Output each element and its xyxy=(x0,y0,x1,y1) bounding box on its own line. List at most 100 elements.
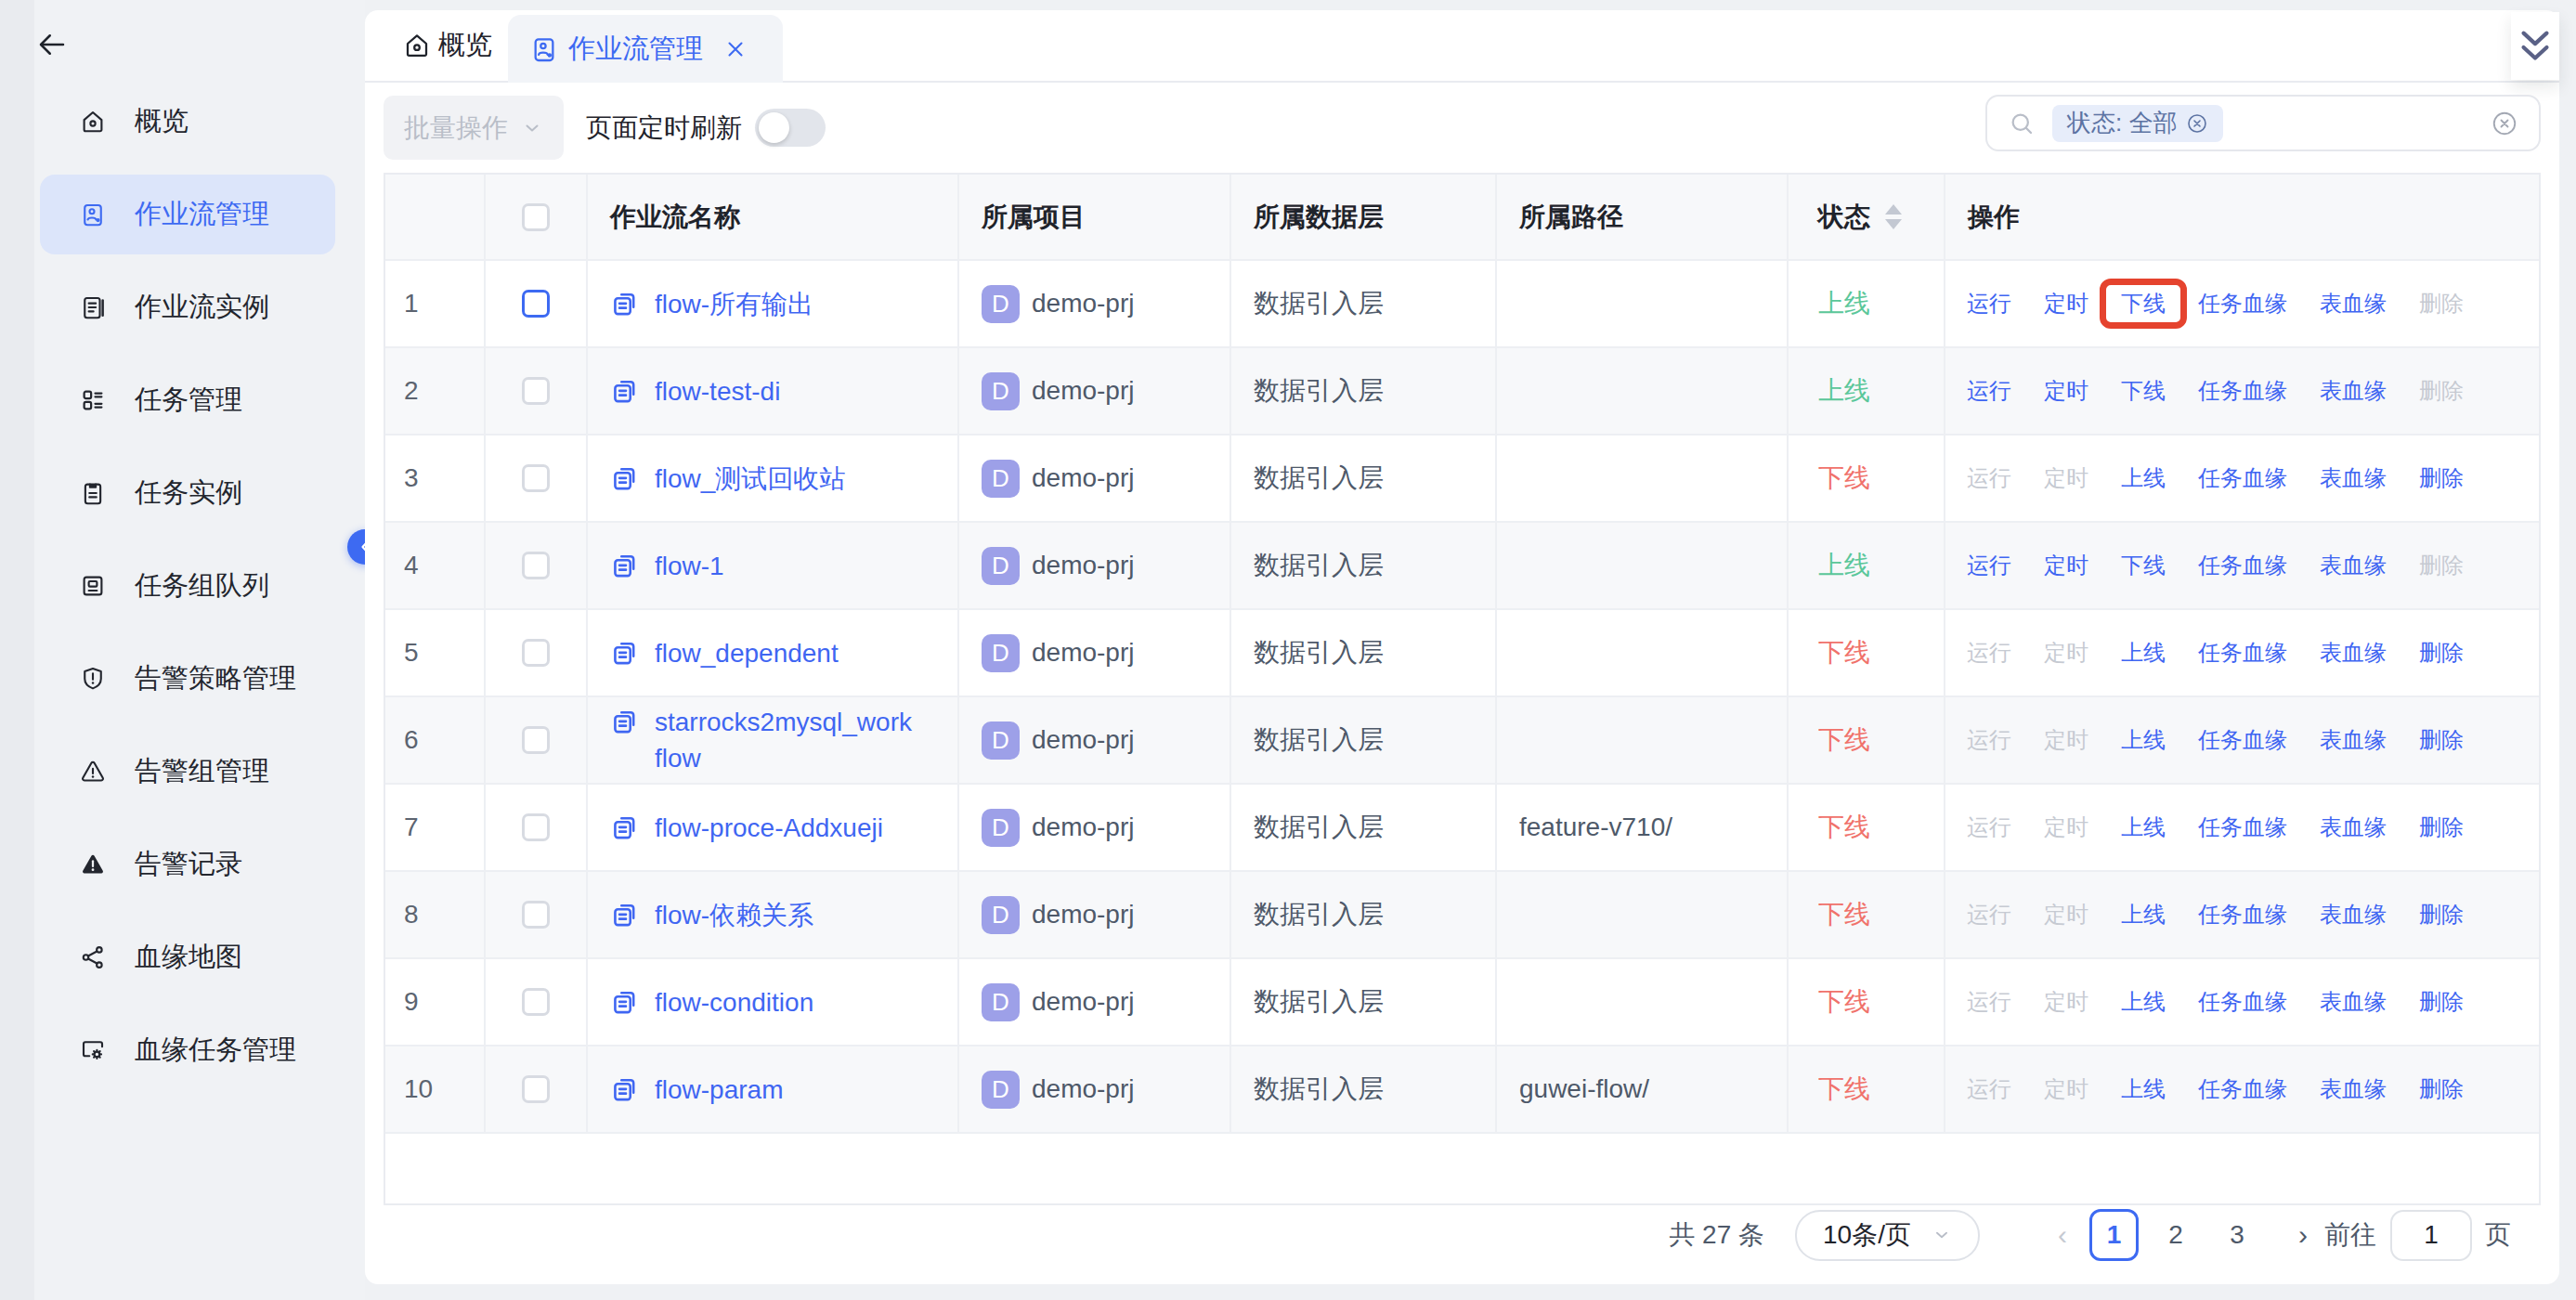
table-lineage-action[interactable]: 表血缘 xyxy=(2320,900,2387,930)
table-lineage-action[interactable]: 表血缘 xyxy=(2320,1074,2387,1104)
search-input[interactable]: 状态: 全部 xyxy=(1985,95,2541,151)
task-lineage-action[interactable]: 任务血缘 xyxy=(2198,376,2287,406)
task-lineage-action[interactable]: 任务血缘 xyxy=(2198,1074,2287,1104)
remove-tag-icon[interactable] xyxy=(2186,112,2208,135)
table-lineage-action[interactable]: 表血缘 xyxy=(2320,376,2387,406)
table-lineage-action[interactable]: 表血缘 xyxy=(2320,725,2387,755)
offline-action[interactable]: 下线 xyxy=(2121,551,2166,580)
sidebar-item-clipboard[interactable]: 任务实例 xyxy=(40,453,335,533)
delete-action[interactable]: 删除 xyxy=(2419,900,2464,930)
workflow-name-link[interactable]: starrocks2mysql_workflow xyxy=(655,704,913,776)
row-checkbox[interactable] xyxy=(522,290,550,318)
delete-action[interactable]: 删除 xyxy=(2419,463,2464,493)
prev-page-button[interactable]: ‹ xyxy=(2049,1219,2076,1251)
table-lineage-action[interactable]: 表血缘 xyxy=(2320,987,2387,1017)
schedule-action[interactable]: 定时 xyxy=(2044,376,2088,406)
batch-actions-button[interactable]: 批量操作 xyxy=(384,96,564,160)
online-action[interactable]: 上线 xyxy=(2121,1074,2166,1104)
workflow-name-link[interactable]: flow-1 xyxy=(655,548,724,584)
sidebar-item-doc-list[interactable]: 作业流实例 xyxy=(40,267,335,347)
sidebar-item-queue[interactable]: 任务组队列 xyxy=(40,546,335,626)
goto-page-input[interactable]: 1 xyxy=(2390,1210,2472,1261)
delete-action[interactable]: 删除 xyxy=(2419,812,2464,842)
sidebar-item-shield-alert[interactable]: 告警策略管理 xyxy=(40,639,335,719)
schedule-action[interactable]: 定时 xyxy=(2044,289,2088,318)
table-lineage-action[interactable]: 表血缘 xyxy=(2320,638,2387,668)
page-1-button[interactable]: 1 xyxy=(2089,1209,2139,1261)
online-action[interactable]: 上线 xyxy=(2121,638,2166,668)
task-lineage-action[interactable]: 任务血缘 xyxy=(2198,463,2287,493)
workflow-name-link[interactable]: flow-test-di xyxy=(655,373,780,410)
search-clear-icon[interactable] xyxy=(2491,110,2518,137)
status-filter-tag[interactable]: 状态: 全部 xyxy=(2052,105,2223,142)
task-lineage-action[interactable]: 任务血缘 xyxy=(2198,812,2287,842)
tab-overview[interactable]: 概览 xyxy=(402,10,492,81)
row-checkbox[interactable] xyxy=(522,552,550,579)
expand-tabs-button[interactable] xyxy=(2511,12,2559,80)
row-checkbox[interactable] xyxy=(522,464,550,492)
offline-action[interactable]: 下线 xyxy=(2121,376,2166,406)
online-action[interactable]: 上线 xyxy=(2121,987,2166,1017)
select-all-checkbox[interactable] xyxy=(522,203,550,231)
sidebar-item-label: 任务实例 xyxy=(135,474,242,512)
online-action[interactable]: 上线 xyxy=(2121,463,2166,493)
page-size-select[interactable]: 10条/页 xyxy=(1795,1210,1980,1261)
workflow-name-link[interactable]: flow-依赖关系 xyxy=(655,897,813,933)
project-cell: Ddemo-prj xyxy=(959,523,1231,608)
row-checkbox[interactable] xyxy=(522,901,550,929)
row-checkbox[interactable] xyxy=(522,988,550,1016)
task-lineage-action[interactable]: 任务血缘 xyxy=(2198,551,2287,580)
table-lineage-action[interactable]: 表血缘 xyxy=(2320,289,2387,318)
row-checkbox[interactable] xyxy=(522,1075,550,1103)
row-checkbox[interactable] xyxy=(522,813,550,841)
sidebar-item-lineage-gear[interactable]: 血缘任务管理 xyxy=(40,1010,335,1090)
task-lineage-action[interactable]: 任务血缘 xyxy=(2198,725,2287,755)
page-2-button[interactable]: 2 xyxy=(2152,1220,2200,1250)
delete-action[interactable]: 删除 xyxy=(2419,638,2464,668)
sort-icons[interactable] xyxy=(1885,204,1902,229)
workflow-name-link[interactable]: flow-condition xyxy=(655,984,813,1020)
sidebar-item-triangle-alert[interactable]: 告警组管理 xyxy=(40,732,335,812)
workflow-name-link[interactable]: flow_测试回收站 xyxy=(655,461,845,497)
task-lineage-action[interactable]: 任务血缘 xyxy=(2198,900,2287,930)
task-lineage-action[interactable]: 任务血缘 xyxy=(2198,289,2287,318)
workflow-name-cell: flow-1 xyxy=(588,523,959,608)
page-3-button[interactable]: 3 xyxy=(2213,1220,2261,1250)
project-avatar: D xyxy=(982,372,1020,410)
table-lineage-action[interactable]: 表血缘 xyxy=(2320,551,2387,580)
sidebar-item-share-nodes[interactable]: 血缘地图 xyxy=(40,917,335,997)
tab-workflow-management[interactable]: 作业流管理 xyxy=(508,15,783,83)
table-lineage-action[interactable]: 表血缘 xyxy=(2320,463,2387,493)
row-checkbox[interactable] xyxy=(522,377,550,405)
auto-refresh-toggle[interactable] xyxy=(755,109,826,147)
sidebar-item-triangle-alert-filled[interactable]: 告警记录 xyxy=(40,825,335,904)
delete-action[interactable]: 删除 xyxy=(2419,1074,2464,1104)
online-action[interactable]: 上线 xyxy=(2121,725,2166,755)
table-lineage-action[interactable]: 表血缘 xyxy=(2320,812,2387,842)
close-tab-icon[interactable] xyxy=(723,37,748,61)
workflow-name-link[interactable]: flow-proce-Addxueji xyxy=(655,810,883,846)
header-status[interactable]: 状态 xyxy=(1789,175,1945,259)
run-action[interactable]: 运行 xyxy=(1967,289,2011,318)
row-checkbox[interactable] xyxy=(522,726,550,754)
back-button[interactable] xyxy=(33,26,71,63)
row-checkbox[interactable] xyxy=(522,639,550,667)
run-action[interactable]: 运行 xyxy=(1967,551,2011,580)
schedule-action[interactable]: 定时 xyxy=(2044,551,2088,580)
next-page-button[interactable]: › xyxy=(2289,1219,2317,1251)
task-lineage-action[interactable]: 任务血缘 xyxy=(2198,638,2287,668)
sidebar-item-task-list[interactable]: 任务管理 xyxy=(40,360,335,440)
run-action[interactable]: 运行 xyxy=(1967,376,2011,406)
online-action[interactable]: 上线 xyxy=(2121,900,2166,930)
delete-action[interactable]: 删除 xyxy=(2419,725,2464,755)
sidebar-item-home[interactable]: 概览 xyxy=(40,82,335,162)
sidebar-item-workflow[interactable]: 作业流管理 xyxy=(40,175,335,254)
workflow-name-link[interactable]: flow-param xyxy=(655,1072,783,1108)
offline-action[interactable]: 下线 xyxy=(2121,289,2166,318)
online-action[interactable]: 上线 xyxy=(2121,812,2166,842)
project-avatar: D xyxy=(982,1071,1020,1109)
workflow-name-link[interactable]: flow_dependent xyxy=(655,635,839,671)
workflow-name-link[interactable]: flow-所有输出 xyxy=(655,286,813,322)
delete-action[interactable]: 删除 xyxy=(2419,987,2464,1017)
task-lineage-action[interactable]: 任务血缘 xyxy=(2198,987,2287,1017)
